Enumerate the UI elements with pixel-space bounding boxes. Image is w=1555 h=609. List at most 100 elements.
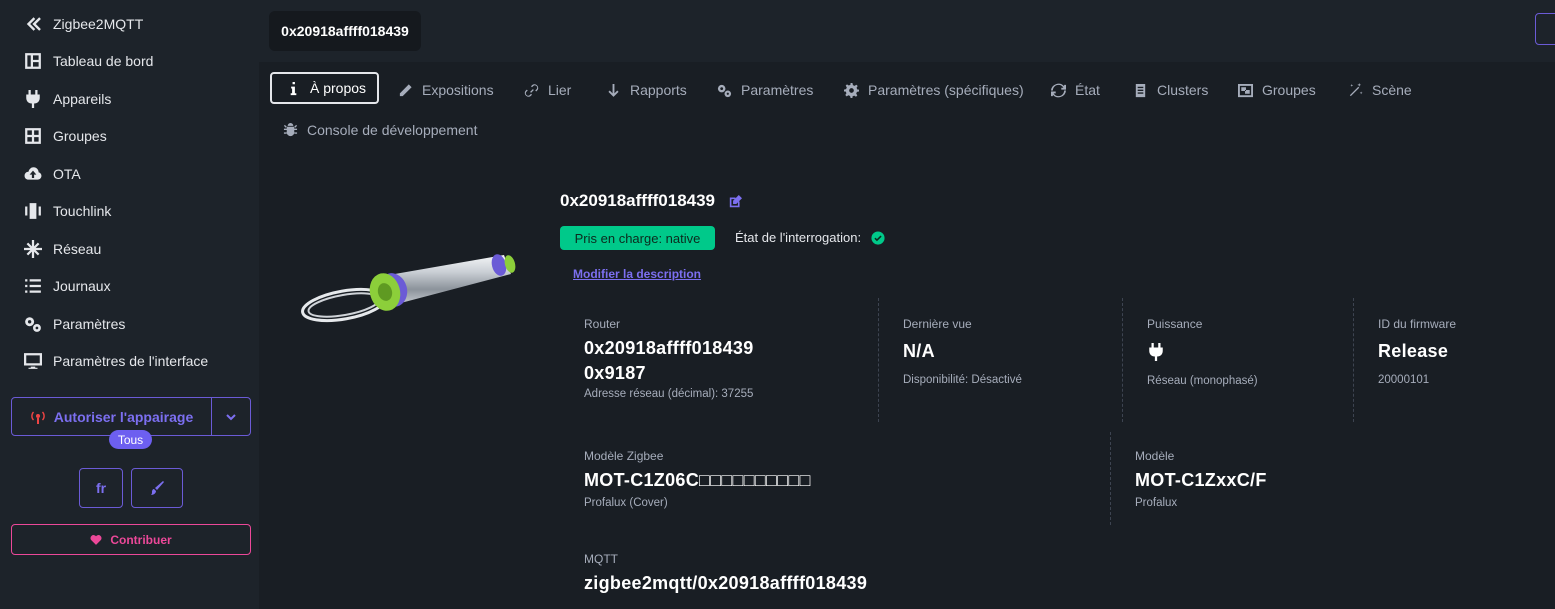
tab-bind[interactable]: Lier: [524, 74, 571, 106]
document-icon: [1135, 83, 1146, 97]
sidebar-item-groups[interactable]: Groupes: [24, 124, 107, 148]
info-icon: [290, 81, 297, 95]
sidebar-item-settings[interactable]: Paramètres: [24, 312, 125, 336]
chevron-down-icon: [226, 413, 236, 420]
sidebar-item-network[interactable]: Réseau: [24, 237, 101, 261]
permit-join-button[interactable]: Autoriser l'appairage: [12, 398, 212, 435]
gear-icon: [844, 82, 859, 98]
permit-join-dropdown[interactable]: [212, 398, 250, 435]
divider: [1122, 298, 1123, 422]
broadcast-icon: [30, 411, 45, 424]
divider: [1110, 432, 1111, 525]
sidebar-item-dashboard[interactable]: Tableau de bord: [24, 49, 153, 73]
contribute-button[interactable]: Contribuer: [11, 524, 251, 555]
double-chevron-left-icon: [24, 15, 42, 33]
pencil-icon: [399, 83, 412, 96]
sidebar-item-label: Appareils: [53, 91, 112, 107]
sidebar-item-touchlink[interactable]: Touchlink: [24, 199, 111, 223]
sidebar-item-label: Journaux: [53, 278, 111, 294]
tab-label: Paramètres (spécifiques): [868, 82, 1024, 98]
sidebar-item-label: Touchlink: [53, 203, 112, 219]
firmware-id: Release: [1378, 341, 1449, 361]
tab-label: Expositions: [422, 82, 494, 98]
language-label: fr: [95, 480, 107, 496]
dashboard-icon: [24, 52, 42, 70]
tab-label: Console de développement: [307, 122, 478, 138]
tab-label: Clusters: [1157, 82, 1209, 98]
power-stat: Puissance Réseau (monophasé): [1147, 317, 1258, 387]
touch-icon: [24, 202, 42, 220]
tab-label: À propos: [310, 80, 367, 96]
permit-join-label: Autoriser l'appairage: [53, 408, 194, 425]
tab-reporting[interactable]: Rapports: [606, 74, 687, 106]
bug-icon: [283, 122, 298, 136]
mqtt-topic: zigbee2mqtt/0x20918affff018439: [584, 573, 868, 593]
modify-description-link[interactable]: Modifier la description: [573, 267, 701, 281]
refresh-icon: [1051, 83, 1066, 97]
tab-exposes[interactable]: Expositions: [398, 74, 494, 106]
firmware-stat: ID du firmware Release 20000101: [1378, 317, 1456, 386]
link-icon: [524, 83, 539, 97]
cogs-icon: [717, 84, 732, 97]
router-stat: Router 0x20918affff018439 0x9187 Adresse…: [584, 317, 754, 400]
magic-icon: [1349, 82, 1363, 96]
sidebar-item-devices[interactable]: Appareils: [24, 87, 111, 111]
sidebar-item-logs[interactable]: Journaux: [24, 274, 111, 298]
tab-label: État: [1075, 82, 1100, 98]
tab-label: Paramètres: [741, 82, 814, 98]
stat-label: Modèle: [1135, 449, 1175, 463]
cloud-upload-icon: [24, 165, 42, 183]
brush-icon: [151, 481, 164, 495]
stat-label: Dernière vue: [903, 317, 972, 331]
network-address: 0x9187: [584, 363, 646, 383]
model-value: MOT-C1ZxxC/F: [1135, 470, 1267, 490]
divider: [1353, 298, 1354, 422]
tab-clusters[interactable]: Clusters: [1133, 74, 1208, 106]
last-seen-stat: Dernière vue N/A Disponibilité: Désactiv…: [903, 317, 1022, 386]
power-source: Réseau (monophasé): [1147, 375, 1258, 387]
tab-settings[interactable]: Paramètres: [717, 74, 813, 106]
heart-icon: [90, 534, 102, 545]
zigbee-model: MOT-C1Z06C□□□□□□□□□□: [584, 470, 811, 490]
network-address-decimal: Adresse réseau (décimal): 37255: [584, 388, 754, 400]
monitor-icon: [24, 352, 42, 370]
vendor-value: Profalux: [1135, 497, 1178, 509]
stat-label: MQTT: [584, 552, 618, 566]
object-group-icon: [1238, 83, 1253, 97]
language-button[interactable]: fr: [79, 468, 123, 508]
mqtt-stat: MQTT zigbee2mqtt/0x20918affff018439: [584, 552, 867, 594]
tab-specific-settings[interactable]: Paramètres (spécifiques): [844, 74, 1024, 106]
sidebar: Zigbee2MQTT Tableau de bord Appareils Gr…: [0, 0, 259, 609]
grid-icon: [24, 127, 42, 145]
top-right-button[interactable]: [1535, 13, 1555, 45]
firmware-date: 20000101: [1378, 374, 1430, 386]
tab-label: Rapports: [630, 82, 687, 98]
support-status-badge: Pris en charge: native: [560, 226, 715, 250]
sidebar-item-ota[interactable]: OTA: [24, 162, 81, 186]
cogs-icon: [24, 315, 42, 333]
sidebar-item-label: Paramètres: [53, 316, 126, 332]
collapse-sidebar-button[interactable]: Zigbee2MQTT: [24, 12, 143, 36]
tab-state[interactable]: État: [1051, 74, 1100, 106]
tab-label: Lier: [548, 82, 572, 98]
edit-icon[interactable]: [729, 194, 743, 208]
stat-label: Router: [584, 317, 621, 331]
app-title: Zigbee2MQTT: [53, 16, 144, 32]
tab-groups[interactable]: Groupes: [1238, 74, 1316, 106]
tab-scene[interactable]: Scène: [1348, 74, 1412, 106]
zigbee-model-stat: Modèle Zigbee MOT-C1Z06C□□□□□□□□□□ Profa…: [584, 449, 811, 509]
theme-button[interactable]: [131, 468, 183, 508]
tab-label: Groupes: [1262, 82, 1316, 98]
availability-text: Disponibilité: Désactivé: [903, 374, 1022, 386]
check-circle-icon: [871, 230, 885, 245]
sidebar-item-ui-settings[interactable]: Paramètres de l'interface: [24, 349, 208, 373]
contribute-label: Contribuer: [110, 532, 172, 547]
sidebar-item-label: Groupes: [53, 128, 107, 144]
list-icon: [24, 277, 42, 295]
plug-icon: [1147, 343, 1258, 365]
tab-dev-console[interactable]: Console de développement: [283, 114, 477, 146]
tab-about[interactable]: À propos: [270, 72, 380, 104]
device-tab[interactable]: 0x20918affff018439: [269, 11, 421, 51]
model-stat: Modèle MOT-C1ZxxC/F Profalux: [1135, 449, 1267, 509]
device-title: 0x20918affff018439: [560, 191, 743, 211]
